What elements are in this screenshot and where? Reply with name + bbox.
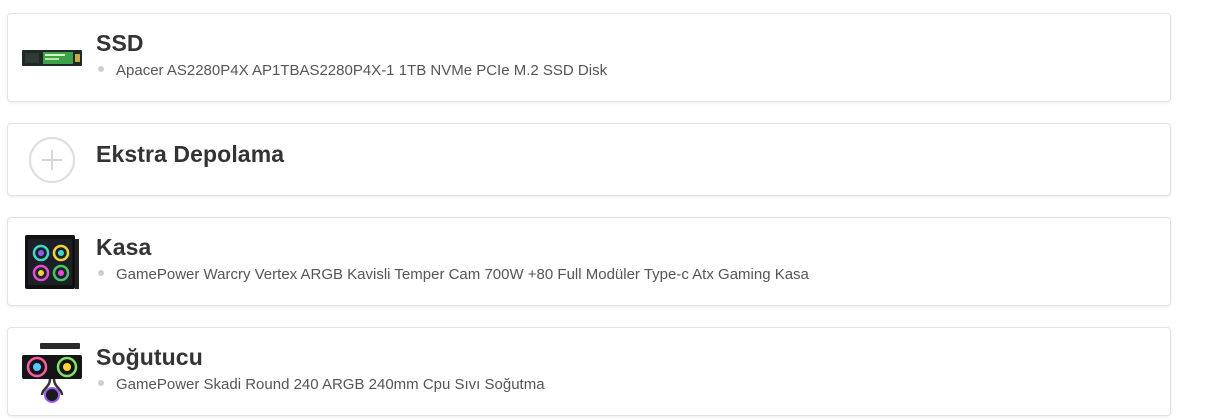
component-detail: Apacer AS2280P4X AP1TBAS2280P4X-1 1TB NV…: [98, 62, 607, 79]
liquid-cooler-icon: [20, 340, 84, 404]
component-detail-text: GamePower Warcry Vertex ARGB Kavisli Tem…: [116, 266, 809, 283]
plus-icon: [29, 137, 75, 183]
component-detail-text: GamePower Skadi Round 240 ARGB 240mm Cpu…: [116, 376, 545, 393]
add-circle-icon[interactable]: [20, 128, 84, 192]
bullet-dot: [98, 380, 104, 387]
component-detail: GamePower Warcry Vertex ARGB Kavisli Tem…: [98, 266, 809, 283]
bullet-dot: [98, 66, 104, 73]
component-card-ssd[interactable]: SSD Apacer AS2280P4X AP1TBAS2280P4X-1 1T…: [7, 13, 1171, 102]
component-title: Kasa: [96, 234, 152, 260]
pc-case-icon: [20, 230, 84, 294]
component-detail-text: Apacer AS2280P4X AP1TBAS2280P4X-1 1TB NV…: [116, 62, 608, 79]
ssd-m2-icon: [20, 26, 84, 90]
component-card-cooler[interactable]: Soğutucu GamePower Skadi Round 240 ARGB …: [7, 327, 1171, 416]
component-card-case[interactable]: Kasa GamePower Warcry Vertex ARGB Kavisl…: [7, 217, 1171, 306]
component-list: SSD Apacer AS2280P4X AP1TBAS2280P4X-1 1T…: [0, 0, 1205, 420]
component-title: Soğutucu: [96, 344, 203, 370]
bullet-dot: [98, 270, 104, 277]
component-card-extra-storage[interactable]: Ekstra Depolama: [7, 123, 1171, 196]
component-title: SSD: [96, 30, 144, 56]
component-title: Ekstra Depolama: [96, 141, 285, 167]
component-detail: GamePower Skadi Round 240 ARGB 240mm Cpu…: [98, 376, 545, 393]
